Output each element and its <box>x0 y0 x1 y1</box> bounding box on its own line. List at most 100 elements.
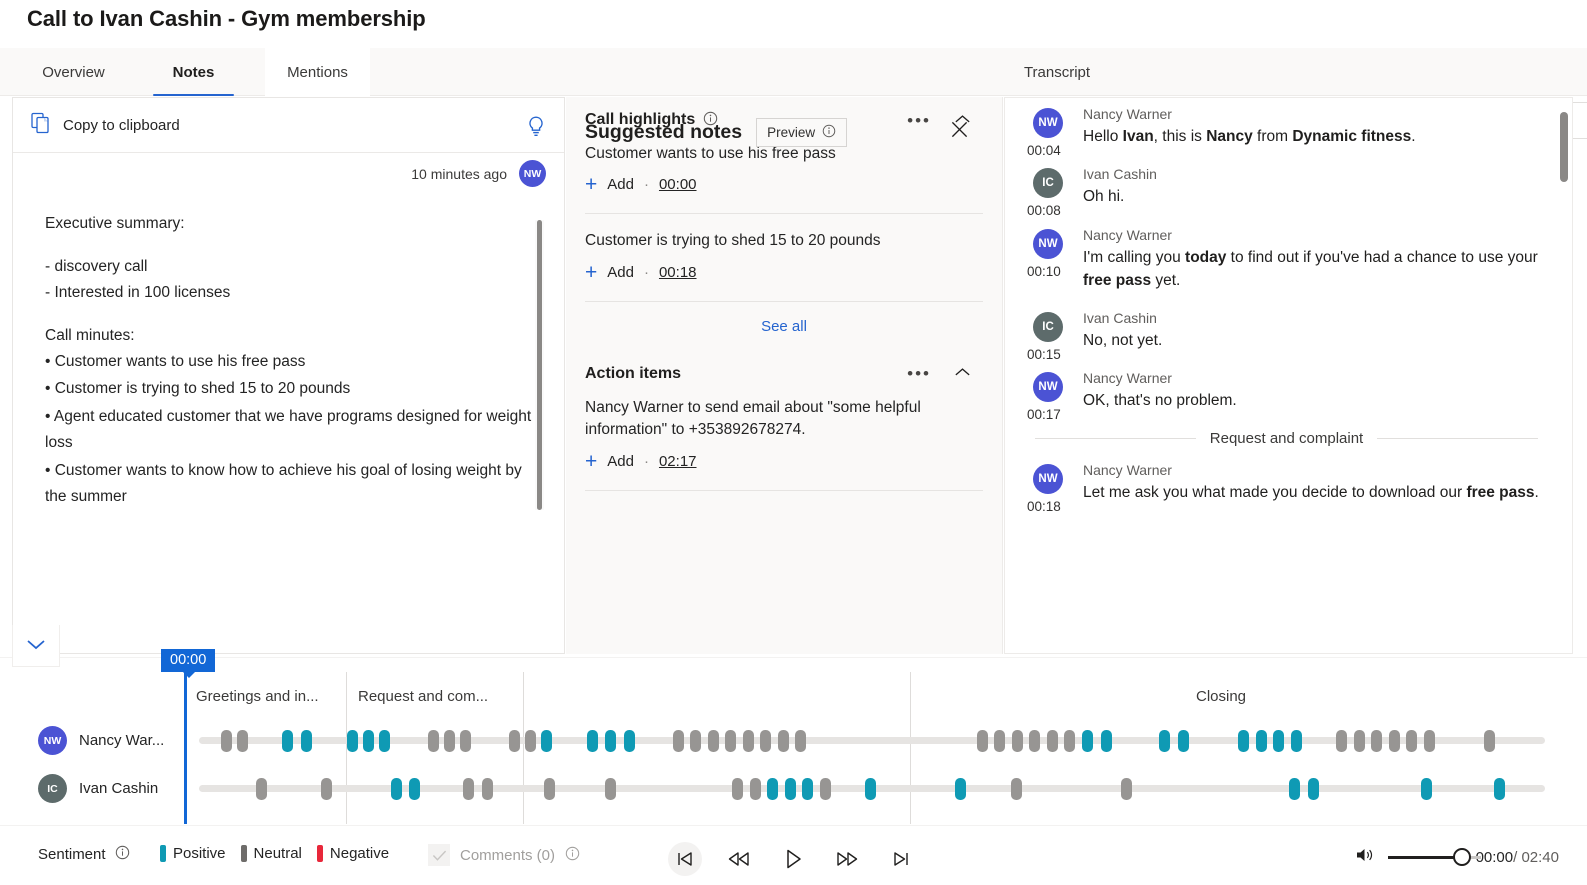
timeline-marker[interactable] <box>460 729 472 752</box>
timeline-marker[interactable] <box>391 777 403 800</box>
timeline-marker[interactable] <box>1121 777 1132 800</box>
timeline-marker[interactable] <box>1100 729 1112 752</box>
chevron-up-icon[interactable] <box>953 365 972 382</box>
timeline-marker[interactable] <box>760 729 772 752</box>
copy-to-clipboard-button[interactable]: Copy to clipboard <box>31 112 180 138</box>
transcript-timestamp[interactable]: 00:08 <box>1027 203 1061 218</box>
volume-slider-handle[interactable] <box>1452 847 1471 866</box>
more-options-icon[interactable]: ••• <box>907 112 931 129</box>
timeline-marker[interactable] <box>282 729 294 752</box>
timestamp-link[interactable]: 00:00 <box>659 176 697 193</box>
timeline-marker[interactable] <box>1406 729 1418 752</box>
transcript-timestamp[interactable]: 00:15 <box>1027 347 1061 362</box>
volume-icon[interactable] <box>1355 846 1375 868</box>
skip-to-end-button[interactable] <box>884 842 918 876</box>
timeline-marker[interactable] <box>976 729 988 752</box>
timeline-marker[interactable] <box>1081 729 1093 752</box>
transcript-timestamp[interactable]: 00:18 <box>1027 499 1061 514</box>
transcript-scrollbar[interactable] <box>1560 112 1568 182</box>
timeline-marker[interactable] <box>1388 729 1400 752</box>
timeline-marker[interactable] <box>508 729 520 752</box>
timeline-track-ivan[interactable] <box>199 777 1545 800</box>
timeline-marker[interactable] <box>955 777 967 800</box>
timeline-marker[interactable] <box>777 729 789 752</box>
transcript-line[interactable]: NW Nancy Warner 00:18 Let me ask you what m… <box>1005 454 1572 514</box>
timeline-marker[interactable] <box>784 777 796 800</box>
add-note-button[interactable]: Add <box>607 264 634 281</box>
timeline-marker[interactable] <box>1158 729 1170 752</box>
call-timeline[interactable]: Greetings and in... Request and com... C… <box>0 649 1587 825</box>
comments-toggle[interactable]: Comments (0) <box>428 844 580 866</box>
timeline-marker[interactable] <box>1371 729 1383 752</box>
plus-icon[interactable]: + <box>585 451 597 472</box>
timeline-marker[interactable] <box>605 777 617 800</box>
playhead[interactable]: 00:00 <box>161 649 216 824</box>
lightbulb-icon[interactable] <box>526 115 546 142</box>
timeline-marker[interactable] <box>543 777 555 800</box>
volume-slider[interactable] <box>1387 847 1481 866</box>
segment-label[interactable]: Closing <box>1196 688 1246 705</box>
timeline-marker[interactable] <box>725 729 737 752</box>
timeline-marker[interactable] <box>767 777 778 800</box>
timeline-marker[interactable] <box>707 729 719 752</box>
timestamp-link[interactable]: 00:18 <box>659 264 697 281</box>
timeline-marker[interactable] <box>994 729 1006 752</box>
tab-transcript[interactable]: Transcript <box>1008 48 1106 96</box>
timeline-marker[interactable] <box>408 777 420 800</box>
timeline-marker[interactable] <box>321 777 333 800</box>
timeline-marker[interactable] <box>1011 729 1023 752</box>
notes-body[interactable]: Executive summary: - discovery call - In… <box>13 211 564 654</box>
transcript-line[interactable]: NW Nancy Warner 00:17 OK, that's no problem… <box>1005 362 1572 422</box>
transcript-timestamp[interactable]: 00:04 <box>1027 143 1061 158</box>
tab-overview[interactable]: Overview <box>26 48 121 96</box>
transcript-line[interactable]: NW Nancy Warner 00:10 I'm calling you today… <box>1005 219 1572 303</box>
timeline-marker[interactable] <box>1421 777 1433 800</box>
plus-icon[interactable]: + <box>585 262 597 283</box>
timeline-marker[interactable] <box>1177 729 1189 752</box>
segment-label[interactable]: Greetings and in... <box>196 688 319 705</box>
timeline-marker[interactable] <box>255 777 267 800</box>
timeline-marker[interactable] <box>819 777 831 800</box>
timeline-marker[interactable] <box>865 777 877 800</box>
timeline-marker[interactable] <box>1423 729 1435 752</box>
tab-mentions[interactable]: Mentions <box>265 48 370 96</box>
collapse-notes-button[interactable] <box>12 625 60 667</box>
tab-notes[interactable]: Notes <box>145 48 242 96</box>
timeline-marker[interactable] <box>481 777 493 800</box>
fast-forward-button[interactable] <box>830 842 864 876</box>
timeline-marker[interactable] <box>236 729 248 752</box>
timeline-marker[interactable] <box>802 777 813 800</box>
timeline-marker[interactable] <box>624 729 636 752</box>
more-options-icon[interactable]: ••• <box>907 365 931 382</box>
timeline-marker[interactable] <box>1493 777 1505 800</box>
segment-label[interactable]: Request and com... <box>358 688 488 705</box>
timeline-marker[interactable] <box>524 729 536 752</box>
timeline-marker[interactable] <box>301 729 313 752</box>
timeline-marker[interactable] <box>1046 729 1058 752</box>
timeline-marker[interactable] <box>1238 729 1250 752</box>
timeline-marker[interactable] <box>1255 729 1267 752</box>
chevron-up-icon[interactable] <box>953 112 972 129</box>
timeline-marker[interactable] <box>795 729 807 752</box>
timeline-marker[interactable] <box>1010 777 1022 800</box>
timeline-marker[interactable] <box>220 729 232 752</box>
timestamp-link[interactable]: 02:17 <box>659 453 697 470</box>
timeline-marker[interactable] <box>363 729 375 752</box>
timeline-marker[interactable] <box>1064 729 1076 752</box>
timeline-marker[interactable] <box>1273 729 1285 752</box>
transcript-panel[interactable]: NW Nancy Warner 00:04 Hello Ivan, this is N… <box>1004 97 1573 654</box>
timeline-marker[interactable] <box>749 777 761 800</box>
timeline-marker[interactable] <box>1289 777 1301 800</box>
transcript-line[interactable]: NW Nancy Warner 00:04 Hello Ivan, this is N… <box>1005 98 1572 158</box>
transcript-line[interactable]: IC Ivan Cashin 00:15 No, not yet. <box>1005 302 1572 362</box>
timeline-marker[interactable] <box>540 729 552 752</box>
info-icon[interactable] <box>565 846 580 865</box>
timeline-marker[interactable] <box>1484 729 1496 752</box>
timeline-marker[interactable] <box>732 777 744 800</box>
timeline-marker[interactable] <box>347 729 359 752</box>
timeline-marker[interactable] <box>1308 777 1320 800</box>
timeline-marker[interactable] <box>742 729 754 752</box>
info-icon[interactable] <box>703 111 718 130</box>
skip-to-start-button[interactable] <box>668 842 702 876</box>
timeline-marker[interactable] <box>462 777 474 800</box>
